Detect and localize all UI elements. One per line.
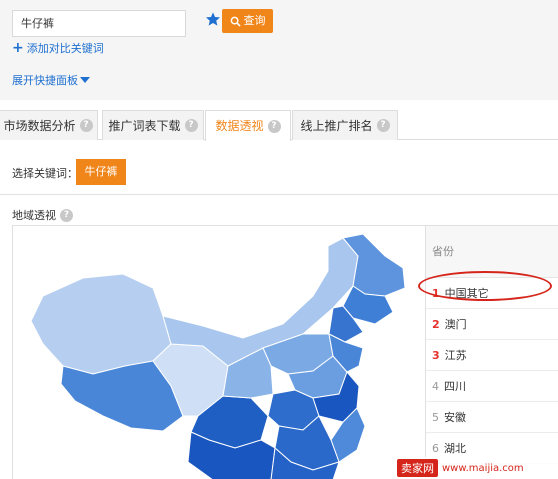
search-panel: 牛仔裤 查询 + 添加对比关键词 展开快捷面板 [0,0,558,100]
help-icon[interactable]: ? [79,119,93,132]
help-icon[interactable]: ? [184,119,198,132]
plus-icon: + [12,40,24,56]
tab-online-ranking[interactable]: 线上推广排名 ? [292,110,398,140]
expand-panel-toggle[interactable]: 展开快捷面板 [12,72,90,88]
tab-keyword-download[interactable]: 推广词表下载 ? [102,110,204,140]
help-icon[interactable]: ? [376,119,390,132]
divider [0,194,558,195]
province-name: 中国其它 [444,287,489,300]
rank-number: 1 [432,287,440,300]
table-row[interactable]: 2 澳门 [426,309,558,340]
tab-label: 线上推广排名 [300,118,373,133]
add-compare-label: 添加对比关键词 [26,42,104,55]
rank-number: 3 [432,349,440,362]
watermark-logo: 卖家网 [397,459,438,477]
expand-panel-label: 展开快捷面板 [12,74,78,87]
watermark-url: www.maijia.com [442,462,524,474]
tab-label: 推广词表下载 [108,118,181,133]
table-row[interactable]: 4 四川 [426,371,558,402]
tab-market-analysis[interactable]: 市场数据分析 ? [0,110,98,140]
province-table: 省份 1 中国其它 2 澳门 3 江苏 4 四川 5 安徽 6 湖北 [425,225,558,479]
china-map [30,233,406,479]
add-compare-link[interactable]: + 添加对比关键词 [12,40,104,56]
tab-data-pivot[interactable]: 数据透视 ? [205,110,291,141]
province-name: 江苏 [444,349,467,362]
keyword-chip[interactable]: 牛仔裤 [76,159,126,185]
query-button-label: 查询 [243,14,266,27]
watermark: 卖家网 www.maijia.com [395,457,558,479]
region-map [12,225,425,479]
query-button[interactable]: 查询 [222,9,273,33]
help-icon[interactable]: ? [60,208,73,222]
map-region [30,273,172,375]
province-name: 澳门 [444,318,467,331]
help-icon[interactable]: ? [267,119,281,133]
search-icon [230,16,241,27]
rank-number: 5 [432,411,439,424]
star-icon[interactable] [205,11,221,27]
rank-number: 2 [432,318,440,331]
section-title: 地域透视 ? [12,207,73,223]
province-name: 四川 [444,380,466,393]
rank-number: 4 [432,380,439,393]
tab-label: 市场数据分析 [3,118,76,133]
table-row[interactable]: 1 中国其它 [426,278,558,309]
search-input[interactable]: 牛仔裤 [12,10,186,37]
keyword-select-label: 选择关键词： [12,167,78,180]
tab-bar: 市场数据分析 ? 推广词表下载 ? 数据透视 ? 线上推广排名 ? [0,110,558,141]
province-name: 安徽 [444,411,466,424]
table-row[interactable]: 3 江苏 [426,340,558,371]
province-table-header: 省份 [426,226,558,278]
section-title-label: 地域透视 [12,209,56,222]
triangle-down-icon [80,77,90,83]
table-row[interactable]: 5 安徽 [426,402,558,433]
tab-label: 数据透视 [215,119,264,133]
